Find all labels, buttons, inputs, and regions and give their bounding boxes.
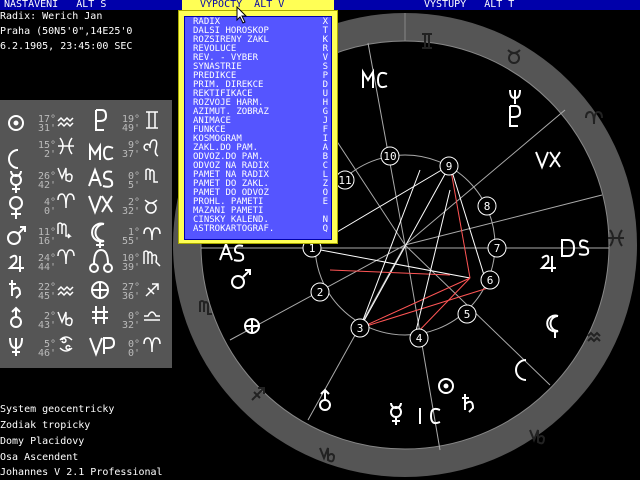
house-6: 6 xyxy=(487,274,494,287)
sagittarius-icon xyxy=(145,283,159,297)
vypocty-dropdown: RADIX X DALSI HOROSKOP T ROZSIRENY ZAKL K R… xyxy=(178,10,338,244)
gemini-icon xyxy=(146,111,158,129)
mars-icon xyxy=(7,226,26,245)
aries-icon xyxy=(57,193,75,209)
as-icon xyxy=(88,167,114,188)
wheel-fortune-icon xyxy=(244,318,260,334)
vx-position: 2° 32' xyxy=(121,197,140,217)
scorpio-icon-2 xyxy=(145,168,158,183)
chart-datetime: 6.2.1905, 23:45:00 SEC xyxy=(0,41,133,52)
sun-icon xyxy=(8,115,24,131)
mercury-position: 26° 42' xyxy=(37,171,56,191)
as-position: 0° 5' xyxy=(127,171,140,191)
venus-position: 4° 0' xyxy=(43,197,56,217)
menu-vystupy[interactable]: VYSTUPY ALT T xyxy=(424,0,514,10)
capricorn-icon xyxy=(57,167,73,183)
node-position: 10° 39' xyxy=(121,253,140,273)
capricorn-icon-2 xyxy=(57,311,73,327)
cancer-icon xyxy=(59,336,73,352)
sun-position: 17° 31' xyxy=(37,114,56,134)
house-11: 11 xyxy=(338,174,351,187)
planet-positions-panel: 17° 31' 15° 2' 26° 42' 4° 0' 11° 16' 24° 44' 2… xyxy=(0,100,172,368)
pisces-icon xyxy=(58,137,74,155)
vertex-position: 0° 32' xyxy=(121,311,140,331)
mercury-icon xyxy=(10,170,22,193)
lilith-position: 1° 55' xyxy=(121,227,140,247)
scorpio-icon xyxy=(57,222,72,239)
dropdown-list: RADIX X DALSI HOROSKOP T ROZSIRENY ZAKL K R… xyxy=(184,16,332,240)
status-osa: Osa Ascendent xyxy=(0,452,79,463)
lilith-icon xyxy=(91,222,105,248)
menu-bar: NASTAVENI ALT S VYPOCTY ALT V VYSTUPY AL… xyxy=(0,0,640,10)
menu-nastaveni[interactable]: NASTAVENI ALT S xyxy=(4,0,106,10)
planet-glyphs xyxy=(7,109,161,357)
house-5: 5 xyxy=(464,308,471,321)
jupiter-position: 24° 44' xyxy=(37,253,56,273)
chart-title: Radix: Werich Jan xyxy=(0,11,103,22)
mc-position: 9° 37' xyxy=(121,140,140,160)
vp-position: 0° 0' xyxy=(127,339,140,359)
chart-location: Praha (50N5'0",14E25'0 xyxy=(0,26,133,37)
pluto-icon xyxy=(95,109,108,131)
uranus-icon xyxy=(10,306,22,328)
house-9: 9 xyxy=(446,160,453,173)
jupiter-icon xyxy=(7,254,24,272)
house-3: 3 xyxy=(357,322,364,335)
vx-icon xyxy=(88,195,113,215)
aries-icon-4 xyxy=(143,337,161,353)
house-10: 10 xyxy=(383,150,396,163)
node-icon xyxy=(89,248,113,273)
house-4: 4 xyxy=(416,332,423,345)
vertex-cross-icon xyxy=(92,306,108,324)
house-2: 2 xyxy=(317,286,324,299)
taurus-icon xyxy=(144,199,158,214)
mars-position: 11° 16' xyxy=(37,227,56,247)
mouse-cursor-icon xyxy=(236,6,248,24)
menu-item-astrokartograf[interactable]: ASTROKARTOGRAF. Q xyxy=(185,225,331,234)
mc-icon xyxy=(89,142,114,161)
saturn-position: 22° 45' xyxy=(37,282,56,302)
neptune-icon xyxy=(9,337,23,356)
uranus-position: 2° 43' xyxy=(37,311,56,331)
status-zodiak: Zodiak tropicky xyxy=(0,420,91,431)
moon-position: 15° 2' xyxy=(37,140,56,160)
neptune-position: 5° 46' xyxy=(37,339,56,359)
status-domy: Domy Placidovy xyxy=(0,436,85,447)
aquarius-icon-2 xyxy=(57,285,74,297)
leo-icon xyxy=(143,139,159,157)
venus-icon xyxy=(9,196,23,219)
status-system: System geocentricky xyxy=(0,404,115,415)
status-version: Johannes V 2.1 Professional xyxy=(0,467,163,478)
virgo-icon xyxy=(143,250,161,267)
aries-icon-3 xyxy=(143,227,161,241)
saturn-icon xyxy=(9,280,22,299)
moon-icon xyxy=(8,149,19,169)
house-8: 8 xyxy=(484,200,491,213)
fortune-position: 27° 36' xyxy=(121,282,140,302)
aquarius-icon xyxy=(57,116,74,128)
pluto-position: 19° 49' xyxy=(121,114,140,134)
fortune-icon xyxy=(91,281,109,299)
menu-vypocty[interactable]: VYPOCTY ALT V xyxy=(182,0,334,10)
house-7: 7 xyxy=(494,242,501,255)
libra-icon xyxy=(144,311,160,321)
aries-icon-2 xyxy=(57,249,75,265)
vp-icon xyxy=(89,337,116,357)
